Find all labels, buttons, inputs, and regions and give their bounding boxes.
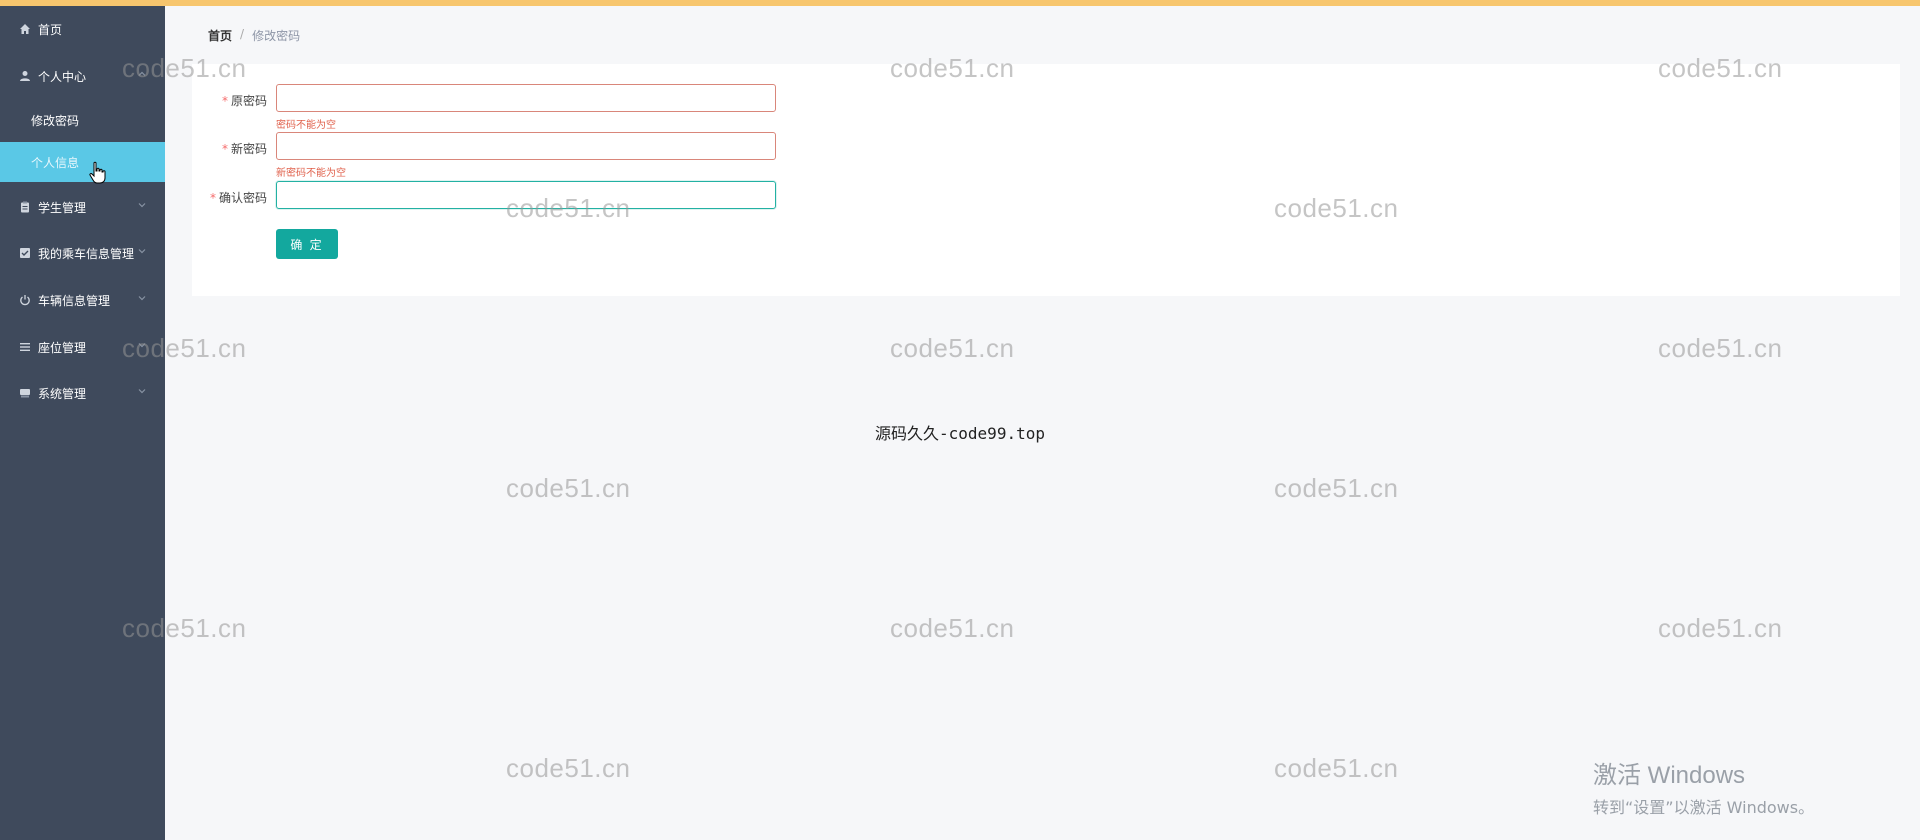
form-row-confirm-password: * 确认密码 xyxy=(192,181,1092,211)
watermark: code51.cn xyxy=(1658,613,1783,643)
old-password-input[interactable] xyxy=(276,84,776,112)
required-mark: * xyxy=(209,191,216,205)
checkbox-icon xyxy=(18,246,32,260)
sidebar-subitem-change-password[interactable]: 修改密码 xyxy=(0,100,165,140)
chevron-down-icon xyxy=(138,296,146,301)
sidebar-subitem-personal-info[interactable]: 个人信息 xyxy=(0,142,165,182)
sidebar-subitem-label: 个人信息 xyxy=(31,155,80,170)
watermark: code51.cn xyxy=(1274,753,1399,783)
watermark: code51.cn xyxy=(506,473,631,503)
chevron-down-icon xyxy=(138,343,146,348)
breadcrumb-home[interactable]: 首页 xyxy=(208,27,232,44)
form-row-new-password: * 新密码 新密码不能为空 xyxy=(192,132,1092,179)
old-password-error: 密码不能为空 xyxy=(276,120,336,131)
sidebar-item-system-management[interactable]: 系统管理 xyxy=(0,373,165,413)
chevron-down-icon xyxy=(138,389,146,394)
sidebar-subitem-label: 修改密码 xyxy=(31,113,80,128)
sidebar: 首页 个人中心 修改密码 个人信息 学生管理 我的乘车信息管理 车辆信息管理 座… xyxy=(0,0,165,840)
form-row-old-password: * 原密码 密码不能为空 xyxy=(192,84,1092,131)
watermark: code51.cn xyxy=(1658,333,1783,363)
new-password-input[interactable] xyxy=(276,132,776,160)
required-mark: * xyxy=(221,142,228,156)
clipboard-icon xyxy=(18,200,32,214)
user-icon xyxy=(18,69,32,83)
top-accent-bar xyxy=(0,0,1920,6)
sidebar-item-student-management[interactable]: 学生管理 xyxy=(0,187,165,227)
chevron-down-icon xyxy=(138,249,146,254)
watermark: code51.cn xyxy=(890,613,1015,643)
sidebar-item-label: 个人中心 xyxy=(38,69,87,84)
activate-windows-notice: 激活 Windows 转到“设置”以激活 Windows。 xyxy=(1593,755,1814,818)
breadcrumb-separator: / xyxy=(240,27,245,41)
list-icon xyxy=(18,340,32,354)
sidebar-item-vehicle-info[interactable]: 车辆信息管理 xyxy=(0,280,165,320)
drawer-icon xyxy=(18,386,32,400)
sidebar-item-label: 系统管理 xyxy=(38,386,87,401)
home-icon xyxy=(18,22,32,36)
old-password-label: * 原密码 xyxy=(221,94,267,108)
sidebar-item-label: 座位管理 xyxy=(38,340,87,355)
breadcrumb-current: 修改密码 xyxy=(252,29,301,43)
confirm-button[interactable]: 确 定 xyxy=(276,229,338,259)
sidebar-item-label: 我的乘车信息管理 xyxy=(38,246,135,261)
site-credit-en: -code99.top xyxy=(939,424,1045,443)
sidebar-item-seat-management[interactable]: 座位管理 xyxy=(0,327,165,367)
chevron-down-icon xyxy=(138,203,146,208)
new-password-error: 新密码不能为空 xyxy=(276,168,346,179)
sidebar-item-my-ride-info[interactable]: 我的乘车信息管理 xyxy=(0,233,165,273)
site-credit-zh: 源码久久 xyxy=(875,424,940,443)
sidebar-item-personal-center[interactable]: 个人中心 xyxy=(0,56,165,96)
site-credit-text: 源码久久-code99.top xyxy=(0,420,1920,444)
chevron-up-icon xyxy=(138,71,146,76)
activate-windows-title: 激活 Windows xyxy=(1593,762,1746,789)
confirm-password-label: * 确认密码 xyxy=(209,191,267,205)
sidebar-item-label: 学生管理 xyxy=(38,200,87,215)
breadcrumb: 首页 / 修改密码 xyxy=(208,27,300,44)
sidebar-item-label: 首页 xyxy=(38,22,63,37)
confirm-password-input[interactable] xyxy=(276,181,776,209)
sidebar-item-label: 车辆信息管理 xyxy=(38,293,111,308)
required-mark: * xyxy=(221,94,228,108)
sidebar-item-home[interactable]: 首页 xyxy=(0,9,165,49)
watermark: code51.cn xyxy=(1274,473,1399,503)
power-icon xyxy=(18,293,32,307)
new-password-label: * 新密码 xyxy=(221,142,267,156)
watermark: code51.cn xyxy=(890,333,1015,363)
watermark: code51.cn xyxy=(506,753,631,783)
hand-cursor-icon xyxy=(89,161,106,184)
change-password-form: * 原密码 密码不能为空 * 新密码 新密码不能为空 * 确认密码 确 定 xyxy=(192,64,1900,296)
activate-windows-subtitle: 转到“设置”以激活 Windows。 xyxy=(1593,798,1815,817)
